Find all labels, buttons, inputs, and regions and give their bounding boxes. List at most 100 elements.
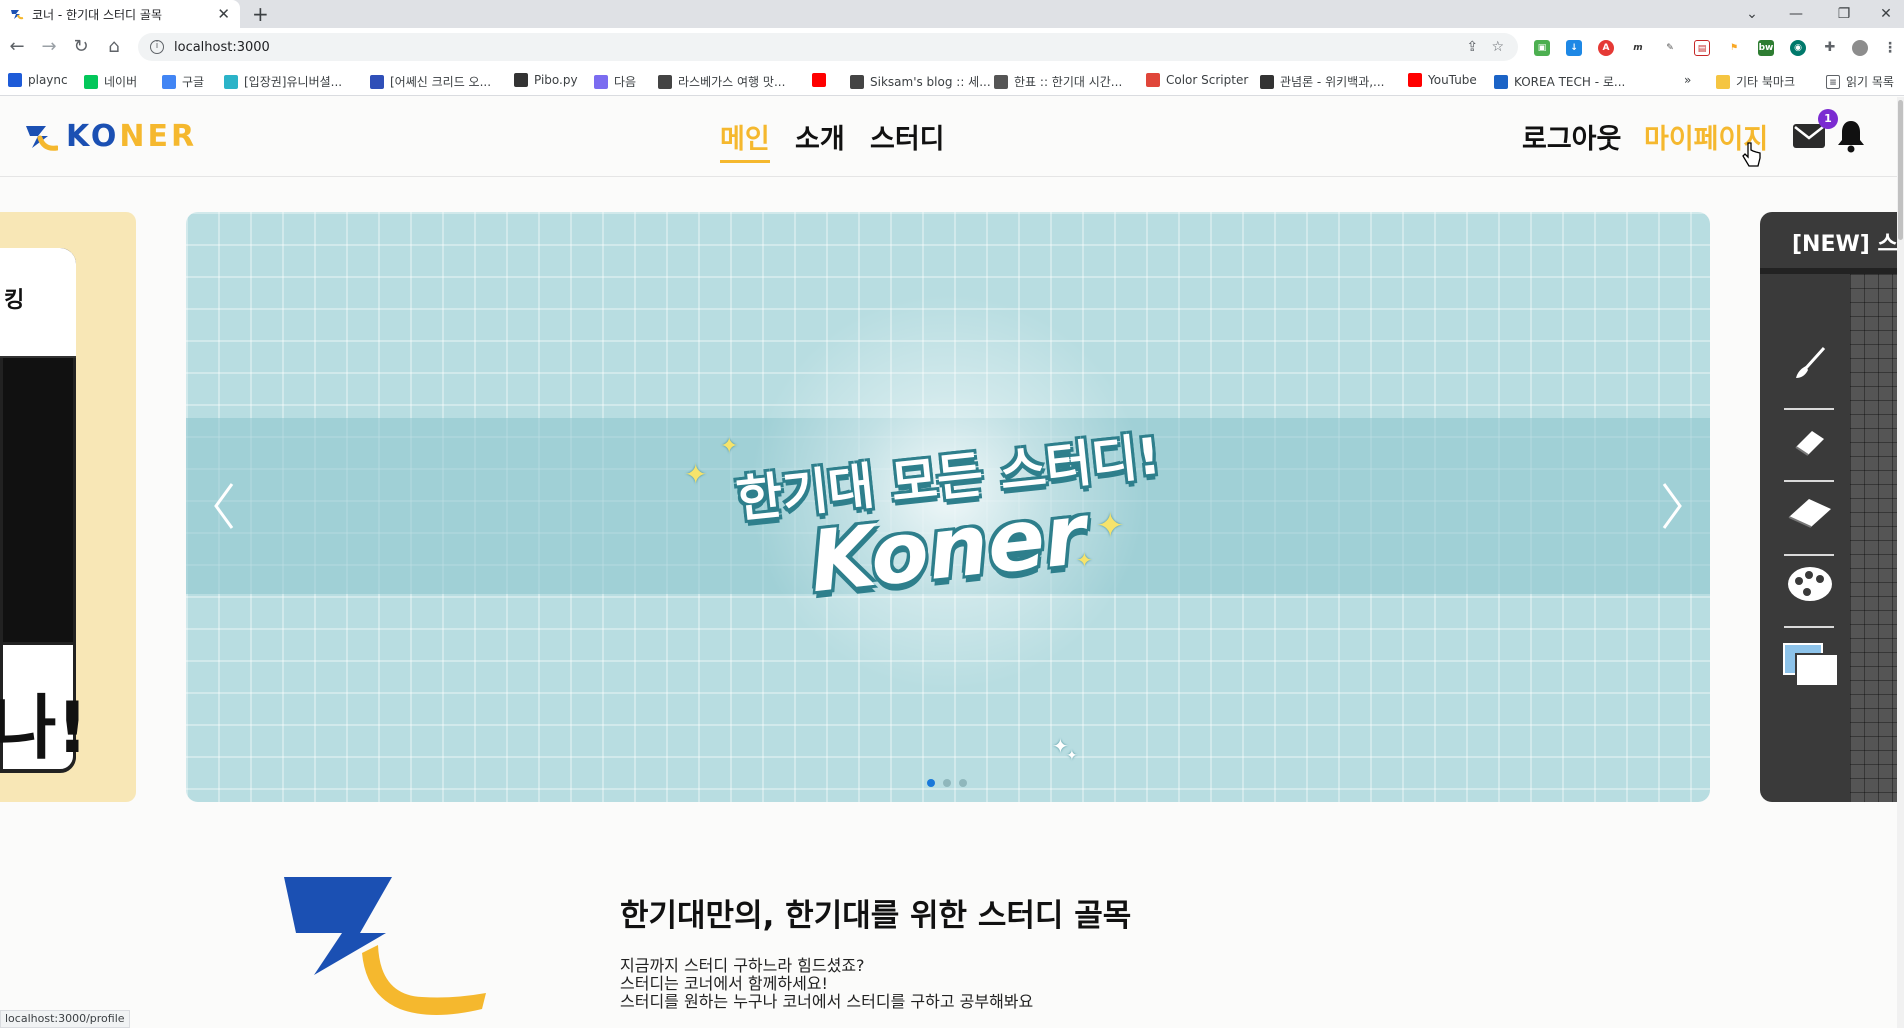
bookmarks-bar: plaync 네이버 구글 [입장권]유니버셜... [어쎄신 크리드 오... Pibo… [0, 66, 1904, 96]
bookmark-item[interactable]: [입장권]유니버셜... [224, 73, 342, 90]
koner-large-logo-icon [284, 877, 486, 1015]
carousel-prev-arrow-icon[interactable] [204, 476, 244, 536]
extension-m-icon[interactable]: m [1630, 40, 1646, 56]
bookmark-item[interactable]: Siksam's blog :: 세... [850, 73, 991, 90]
carousel-next-slide-peek[interactable]: [NEW] 스 [1760, 212, 1904, 802]
minimize-button[interactable]: — [1778, 0, 1814, 28]
eyedropper-icon[interactable]: ✎ [1662, 40, 1678, 56]
daum-icon [594, 74, 608, 89]
site-header: KONER 메인 소개 스터디 로그아웃 마이페이지 1 [0, 97, 1904, 177]
status-bar-url: localhost:3000/profile [0, 1010, 130, 1028]
bookmark-item[interactable]: plaync [8, 73, 68, 87]
bookmark-item[interactable]: YouTube [1408, 73, 1477, 87]
carousel-pagination [927, 779, 967, 787]
other-bookmarks-label: 기타 북마크 [1736, 75, 1796, 89]
mouse-cursor-icon [1742, 142, 1761, 167]
forward-icon[interactable]: → [38, 36, 60, 58]
extensions-puzzle-icon[interactable]: ✚ [1822, 40, 1838, 56]
bookmark-item[interactable]: KOREA TECH - 로... [1494, 73, 1625, 90]
bookmark-item[interactable]: Color Scripter [1146, 73, 1248, 87]
bookmark-label: 라스베가스 여행 맛... [678, 75, 786, 89]
intro-title: 한기대만의, 한기대를 위한 스터디 골목 [620, 898, 1132, 934]
bookmark-label: [입장권]유니버셜... [244, 75, 343, 89]
reload-icon[interactable]: ↻ [70, 36, 92, 58]
brush-icon [1782, 344, 1838, 400]
dots-icon [850, 74, 864, 89]
share-star-icons[interactable]: ⇪ ☆ [1466, 39, 1504, 55]
extension-globe-icon[interactable]: ◉ [1790, 40, 1806, 56]
other-bookmarks-folder[interactable]: 기타 북마크 [1716, 73, 1795, 90]
extension-calendar-icon[interactable]: ▤ [1694, 40, 1710, 56]
browser-tab-strip: 코너 - 한기대 스터디 골목 ✕ + ⌄ — ❐ ✕ [0, 0, 1904, 28]
carousel-next-arrow-icon[interactable] [1652, 476, 1692, 536]
pibo-icon [514, 73, 528, 87]
bookmarks-overflow-button[interactable]: » [1684, 73, 1691, 87]
logout-link[interactable]: 로그아웃 [1522, 117, 1621, 156]
tab-search-icon[interactable]: ⌄ [1734, 0, 1770, 28]
folder-icon [1716, 74, 1730, 89]
close-window-button[interactable]: ✕ [1868, 0, 1904, 28]
carousel-dot[interactable] [943, 779, 951, 787]
palette-icon [1782, 564, 1838, 620]
bookmark-label: 다음 [614, 75, 637, 89]
dots-icon [658, 74, 672, 89]
koner-favicon-icon [11, 10, 24, 20]
koner-logo-icon [26, 125, 58, 151]
url-text: localhost:3000 [174, 39, 270, 55]
bookmark-item[interactable]: Pibo.py [514, 73, 578, 87]
tool-divider [1784, 554, 1834, 556]
bookmark-label: 구글 [182, 75, 205, 89]
bookmark-item[interactable]: [어쎄신 크리드 오... [370, 73, 491, 90]
k-icon [224, 74, 238, 89]
browser-tab[interactable]: 코너 - 한기대 스터디 골목 ✕ [0, 0, 240, 28]
extension-download-icon[interactable]: ↓ [1566, 40, 1582, 56]
bookmark-label: Pibo.py [534, 73, 578, 87]
page-scrollbar-thumb[interactable] [1898, 100, 1903, 240]
reading-list-label: 읽기 목록 [1846, 75, 1894, 89]
bookmark-item[interactable]: 다음 [594, 73, 636, 90]
bookmark-label: [어쎄신 크리드 오... [390, 75, 492, 89]
bookmark-label: plaync [28, 73, 68, 87]
tab-close-icon[interactable]: ✕ [217, 5, 230, 23]
carousel-dot[interactable] [959, 779, 967, 787]
sparkle-icon: ✦ [1076, 548, 1093, 572]
back-icon[interactable]: ← [6, 36, 28, 58]
bookmark-item[interactable]: 한표 :: 한기대 시간... [994, 73, 1122, 90]
browser-menu-icon[interactable]: ⋮ [1882, 40, 1898, 56]
eraser-small-icon [1782, 420, 1838, 476]
restore-button[interactable]: ❐ [1826, 0, 1862, 28]
new-tab-button[interactable]: + [252, 2, 269, 26]
nav-about[interactable]: 소개 [795, 117, 845, 156]
carousel-dot[interactable] [927, 779, 935, 787]
carousel-active-slide[interactable]: 한기대 모든 스터디! Koner ✦ ✦ ✦ ✦ ✦ ✦ [186, 212, 1710, 802]
check-icon [1494, 74, 1508, 89]
bell-icon[interactable] [1836, 119, 1866, 153]
next-slide-title: [NEW] 스 [1792, 232, 1898, 257]
profile-avatar[interactable] [1852, 40, 1868, 56]
extension-bw-icon[interactable]: bw [1758, 40, 1774, 56]
bookmark-item[interactable] [812, 73, 832, 87]
extension-tag-icon[interactable]: ⚑ [1726, 40, 1742, 56]
site-logo[interactable]: KONER [24, 119, 197, 154]
adblock-icon[interactable]: A [1598, 40, 1614, 56]
extension-icon[interactable]: ▣ [1534, 40, 1550, 56]
site-info-icon[interactable]: i [150, 40, 164, 54]
address-bar[interactable]: i localhost:3000 ⇪ ☆ [138, 33, 1518, 61]
bookmark-item[interactable]: 관념론 - 위키백과,... [1260, 73, 1385, 90]
home-icon[interactable]: ⌂ [103, 36, 125, 58]
nav-main[interactable]: 메인 [720, 117, 770, 163]
tool-divider [1784, 408, 1834, 410]
tab-title: 코너 - 한기대 스터디 골목 [32, 7, 162, 22]
bookmark-item[interactable]: 네이버 [84, 73, 137, 90]
carousel-prev-slide-peek[interactable]: 킹 나! [0, 212, 136, 802]
bookmark-label: 네이버 [104, 75, 138, 89]
youtube-icon [812, 73, 826, 87]
reading-list-button[interactable]: ≡ 읽기 목록 [1826, 73, 1894, 90]
bookmark-item[interactable]: 라스베가스 여행 맛... [658, 73, 785, 90]
calendar-icon [994, 74, 1008, 89]
sparkle-icon: ✦ [1066, 748, 1078, 764]
next-slide-grid-panel [1850, 274, 1904, 802]
bookmark-item[interactable]: 구글 [162, 73, 204, 90]
nav-study[interactable]: 스터디 [870, 117, 945, 156]
prev-slide-text: 킹 [4, 288, 25, 313]
